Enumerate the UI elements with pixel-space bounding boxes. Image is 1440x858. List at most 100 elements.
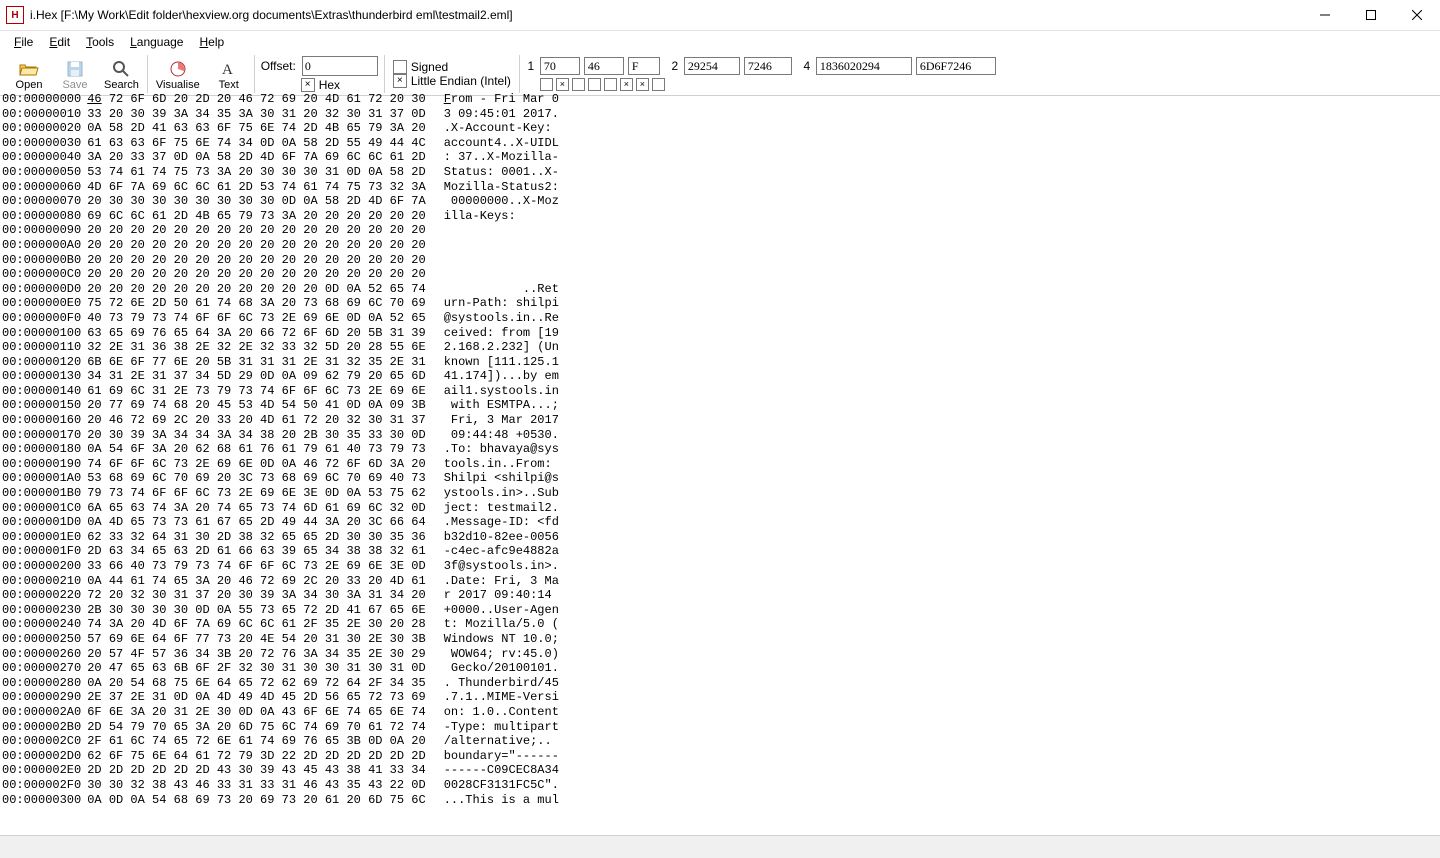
hex-ascii[interactable]: ail1.systools.in [444, 384, 559, 399]
hex-row[interactable]: 00:0000003061 63 63 6F 75 6E 74 34 0D 0A… [2, 136, 1440, 151]
hex-row[interactable]: 00:000002800A 20 54 68 75 6E 64 65 72 62… [2, 676, 1440, 691]
hex-row[interactable]: 00:000000C020 20 20 20 20 20 20 20 20 20… [2, 267, 1440, 282]
hex-ascii[interactable] [444, 267, 559, 282]
hex-row[interactable]: 00:0000024074 3A 20 4D 6F 7A 69 6C 6C 61… [2, 617, 1440, 632]
hex-ascii[interactable]: 00000000..X-Moz [444, 194, 559, 209]
menu-edit[interactable]: Edit [41, 33, 78, 51]
hex-ascii[interactable]: Status: 0001..X- [444, 165, 559, 180]
hex-row[interactable]: 00:000000F040 73 79 73 74 6F 6F 6C 73 2E… [2, 311, 1440, 326]
hex-bytes[interactable]: 63 65 69 76 65 64 3A 20 66 72 6F 6D 20 5… [87, 326, 425, 341]
hex-bytes[interactable]: 2F 61 6C 74 65 72 6E 61 74 69 76 65 3B 0… [87, 734, 425, 749]
hex-ascii[interactable]: From - Fri Mar 0 [444, 92, 559, 107]
bit-5[interactable]: × [620, 78, 633, 91]
hex-row[interactable]: 00:000001D00A 4D 65 73 73 61 67 65 2D 49… [2, 515, 1440, 530]
hex-row[interactable]: 00:000002302B 30 30 30 30 0D 0A 55 73 65… [2, 603, 1440, 618]
hex-bytes[interactable]: 20 20 20 20 20 20 20 20 20 20 20 20 20 2… [87, 223, 425, 238]
hex-row[interactable]: 00:0000001033 20 30 39 3A 34 35 3A 30 31… [2, 107, 1440, 122]
hex-bytes[interactable]: 20 20 20 20 20 20 20 20 20 20 20 20 20 2… [87, 238, 425, 253]
hex-row[interactable]: 00:0000013034 31 2E 31 37 34 5D 29 0D 0A… [2, 369, 1440, 384]
value-4-hex[interactable] [916, 57, 996, 75]
hex-ascii[interactable]: ject: testmail2. [444, 501, 559, 516]
hex-bytes[interactable]: 20 20 20 20 20 20 20 20 20 20 20 0D 0A 5… [87, 282, 425, 297]
menu-tools[interactable]: Tools [78, 33, 122, 51]
hex-ascii[interactable]: Fri, 3 Mar 2017 [444, 413, 559, 428]
hex-row[interactable]: 00:000001206B 6E 6F 77 6E 20 5B 31 31 31… [2, 355, 1440, 370]
value-4-dec[interactable] [816, 57, 912, 75]
hex-row[interactable]: 00:0000008069 6C 6C 61 2D 4B 65 79 73 3A… [2, 209, 1440, 224]
hex-bytes[interactable]: 2D 54 79 70 65 3A 20 6D 75 6C 74 69 70 6… [87, 720, 425, 735]
visualise-button[interactable]: Visualise [152, 60, 204, 93]
bit-0[interactable] [540, 78, 553, 91]
hex-ascii[interactable]: ..Ret [444, 282, 559, 297]
bit-2[interactable] [572, 78, 585, 91]
value-2-hex[interactable] [744, 57, 792, 75]
hex-ascii[interactable]: Gecko/20100101. [444, 661, 559, 676]
hex-row[interactable]: 00:000001A053 68 69 6C 70 69 20 3C 73 68… [2, 471, 1440, 486]
hex-row[interactable]: 00:000002A06F 6E 3A 20 31 2E 30 0D 0A 43… [2, 705, 1440, 720]
hex-row[interactable]: 00:0000027020 47 65 63 6B 6F 2F 32 30 31… [2, 661, 1440, 676]
bit-7[interactable] [652, 78, 665, 91]
hex-row[interactable]: 00:000002100A 44 61 74 65 3A 20 46 72 69… [2, 574, 1440, 589]
hex-bytes[interactable]: 4D 6F 7A 69 6C 6C 61 2D 53 74 61 74 75 7… [87, 180, 425, 195]
bit-4[interactable] [604, 78, 617, 91]
hex-bytes[interactable]: 2D 63 34 65 63 2D 61 66 63 39 65 34 38 3… [87, 544, 425, 559]
hex-ascii[interactable]: 09:44:48 +0530. [444, 428, 559, 443]
hex-bytes[interactable]: 20 30 30 30 30 30 30 30 30 0D 0A 58 2D 4… [87, 194, 425, 209]
hex-ascii[interactable]: 41.174])...by em [444, 369, 559, 384]
hex-ascii[interactable]: with ESMTPA...; [444, 398, 559, 413]
hex-row[interactable]: 00:0000007020 30 30 30 30 30 30 30 30 0D… [2, 194, 1440, 209]
hex-row[interactable]: 00:000001800A 54 6F 3A 20 62 68 61 76 61… [2, 442, 1440, 457]
hex-bytes[interactable]: 0A 0D 0A 54 68 69 73 20 69 73 20 61 20 6… [87, 793, 425, 808]
hex-bytes[interactable]: 20 20 20 20 20 20 20 20 20 20 20 20 20 2… [87, 253, 425, 268]
value-1-hex[interactable] [584, 57, 624, 75]
hex-row[interactable]: 00:0000010063 65 69 76 65 64 3A 20 66 72… [2, 326, 1440, 341]
hex-ascii[interactable]: Windows NT 10.0; [444, 632, 559, 647]
hex-ascii[interactable]: 0028CF3131FC5C". [444, 778, 559, 793]
hex-ascii[interactable]: .Message-ID: <fd [444, 515, 559, 530]
hex-row[interactable]: 00:000000A020 20 20 20 20 20 20 20 20 20… [2, 238, 1440, 253]
hex-row[interactable]: 00:000002B02D 54 79 70 65 3A 20 6D 75 6C… [2, 720, 1440, 735]
hex-ascii[interactable]: .Date: Fri, 3 Ma [444, 574, 559, 589]
hex-bytes[interactable]: 6F 6E 3A 20 31 2E 30 0D 0A 43 6F 6E 74 6… [87, 705, 425, 720]
hex-bytes[interactable]: 20 46 72 69 2C 20 33 20 4D 61 72 20 32 3… [87, 413, 425, 428]
hex-row[interactable]: 00:000000B020 20 20 20 20 20 20 20 20 20… [2, 253, 1440, 268]
hex-bytes[interactable]: 33 20 30 39 3A 34 35 3A 30 31 20 32 30 3… [87, 107, 425, 122]
hex-row[interactable]: 00:000002902E 37 2E 31 0D 0A 4D 49 4D 45… [2, 690, 1440, 705]
hex-row[interactable]: 00:000000D020 20 20 20 20 20 20 20 20 20… [2, 282, 1440, 297]
hex-ascii[interactable]: .To: bhavaya@sys [444, 442, 559, 457]
hex-bytes[interactable]: 74 6F 6F 6C 73 2E 69 6E 0D 0A 46 72 6F 6… [87, 457, 425, 472]
hex-ascii[interactable]: t: Mozilla/5.0 ( [444, 617, 559, 632]
hex-bytes[interactable]: 0A 58 2D 41 63 63 6F 75 6E 74 2D 4B 65 7… [87, 121, 425, 136]
hex-bytes[interactable]: 72 20 32 30 31 37 20 30 39 3A 34 30 3A 3… [87, 588, 425, 603]
search-button[interactable]: Search [100, 60, 143, 93]
hex-bytes[interactable]: 32 2E 31 36 38 2E 32 2E 32 33 32 5D 20 2… [87, 340, 425, 355]
hex-bytes[interactable]: 53 68 69 6C 70 69 20 3C 73 68 69 6C 70 6… [87, 471, 425, 486]
hex-row[interactable]: 00:000001C06A 65 63 74 3A 20 74 65 73 74… [2, 501, 1440, 516]
hex-ascii[interactable]: @systools.in..Re [444, 311, 559, 326]
hex-bytes[interactable]: 3A 20 33 37 0D 0A 58 2D 4D 6F 7A 69 6C 6… [87, 150, 425, 165]
hex-row[interactable]: 00:0000015020 77 69 74 68 20 45 53 4D 54… [2, 398, 1440, 413]
hex-bytes[interactable]: 20 30 39 3A 34 34 3A 34 38 20 2B 30 35 3… [87, 428, 425, 443]
menu-help[interactable]: Help [191, 33, 232, 51]
menu-language[interactable]: Language [122, 33, 191, 51]
offset-input[interactable] [302, 56, 378, 76]
hex-row[interactable]: 00:000001B079 73 74 6F 6F 6C 73 2E 69 6E… [2, 486, 1440, 501]
hex-row[interactable]: 00:000000200A 58 2D 41 63 63 6F 75 6E 74… [2, 121, 1440, 136]
value-2-dec[interactable] [684, 57, 740, 75]
hex-ascii[interactable]: ceived: from [19 [444, 326, 559, 341]
hex-row[interactable]: 00:000002C02F 61 6C 74 65 72 6E 61 74 69… [2, 734, 1440, 749]
hex-ascii[interactable]: 2.168.2.232] (Un [444, 340, 559, 355]
hex-ascii[interactable]: WOW64; rv:45.0) [444, 647, 559, 662]
hex-bytes[interactable]: 0A 44 61 74 65 3A 20 46 72 69 2C 20 33 2… [87, 574, 425, 589]
hex-ascii[interactable]: . Thunderbird/45 [444, 676, 559, 691]
hex-bytes[interactable]: 0A 54 6F 3A 20 62 68 61 76 61 79 61 40 7… [87, 442, 425, 457]
hex-bytes[interactable]: 2E 37 2E 31 0D 0A 4D 49 4D 45 2D 56 65 7… [87, 690, 425, 705]
hex-bytes[interactable]: 61 63 63 6F 75 6E 74 34 0D 0A 58 2D 55 4… [87, 136, 425, 151]
hex-bytes[interactable]: 62 33 32 64 31 30 2D 38 32 65 65 2D 30 3… [87, 530, 425, 545]
hex-ascii[interactable]: Shilpi <shilpi@s [444, 471, 559, 486]
hex-ascii[interactable]: .7.1..MIME-Versi [444, 690, 559, 705]
bit-3[interactable] [588, 78, 601, 91]
hex-bytes[interactable]: 79 73 74 6F 6F 6C 73 2E 69 6E 3E 0D 0A 5… [87, 486, 425, 501]
hex-ascii[interactable]: illa-Keys: [444, 209, 559, 224]
hex-ascii[interactable] [444, 223, 559, 238]
